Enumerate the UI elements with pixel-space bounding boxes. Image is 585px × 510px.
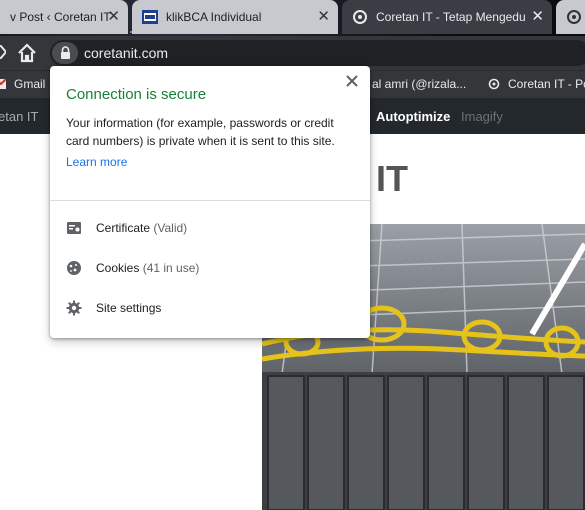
tab-coretan-it[interactable]: Coretan IT - Tetap Mengedu ✕ [342,0,552,34]
address-bar[interactable]: coretanit.com [50,40,585,66]
bookmark-gmail[interactable]: Gmail [0,77,45,91]
cookies-row[interactable]: Cookies (41 in use) [50,250,370,286]
cookies-label: Cookies [96,261,140,275]
certificate-label: Certificate [96,221,151,235]
cookies-status: (41 in use) [142,261,200,275]
site-settings-label: Site settings [96,301,162,315]
globe-favicon-icon [488,78,500,90]
gear-icon [66,300,82,316]
site-title: IT [376,158,408,199]
learn-more-link[interactable]: Learn more [66,155,127,169]
bookmark-label: Coretan IT - Po [508,77,585,91]
connection-status-title: Connection is secure [66,86,207,103]
close-icon[interactable] [344,73,360,89]
bookmark-label: Gmail [14,77,46,91]
globe-favicon-icon [353,10,367,24]
lock-icon [61,46,70,59]
home-icon[interactable] [17,43,37,63]
tab-strip: v Post ‹ Coretan IT ✕ klikBCA Individual… [0,0,585,36]
cookie-icon [67,261,81,275]
url-text: coretanit.com [84,45,169,61]
gmail-icon [0,78,6,89]
close-tab-icon[interactable]: ✕ [317,9,330,24]
certificate-row[interactable]: Certificate (Valid) [50,210,370,246]
bookmark-label: al amri (@rizala... [372,77,467,91]
tab-title: Coretan IT - Tetap Mengedu [376,10,526,24]
tab-title: klikBCA Individual [166,10,262,24]
bookmark-coretan-it[interactable]: Coretan IT - Po [488,77,585,91]
tab-overflow[interactable] [556,0,585,34]
certificate-status: (Valid) [153,221,188,235]
divider [50,200,370,201]
close-tab-icon[interactable]: ✕ [107,9,120,24]
certificate-icon [67,222,81,234]
admin-bar-imagify[interactable]: Imagify [461,109,503,124]
tab-klikbca[interactable]: klikBCA Individual ✕ [132,0,338,34]
site-settings-row[interactable]: Site settings [50,290,370,326]
tab-title: v Post ‹ Coretan IT [10,10,111,24]
tab-edit-post[interactable]: v Post ‹ Coretan IT ✕ [0,0,128,34]
forward-arrow-icon[interactable] [0,45,6,59]
site-info-button[interactable] [52,42,78,64]
site-info-popup: Connection is secure Your information (f… [50,66,370,338]
admin-bar-site-name[interactable]: etan IT [0,109,38,124]
close-tab-icon[interactable]: ✕ [531,9,544,24]
bca-favicon-icon [142,10,158,24]
bookmark-twitter[interactable]: al amri (@rizala... [372,77,466,91]
admin-bar-autoptimize[interactable]: Autoptimize [376,109,450,124]
connection-description: Your information (for example, passwords… [66,116,335,148]
globe-favicon-icon [567,10,581,24]
browser-toolbar: coretanit.com [0,36,585,70]
